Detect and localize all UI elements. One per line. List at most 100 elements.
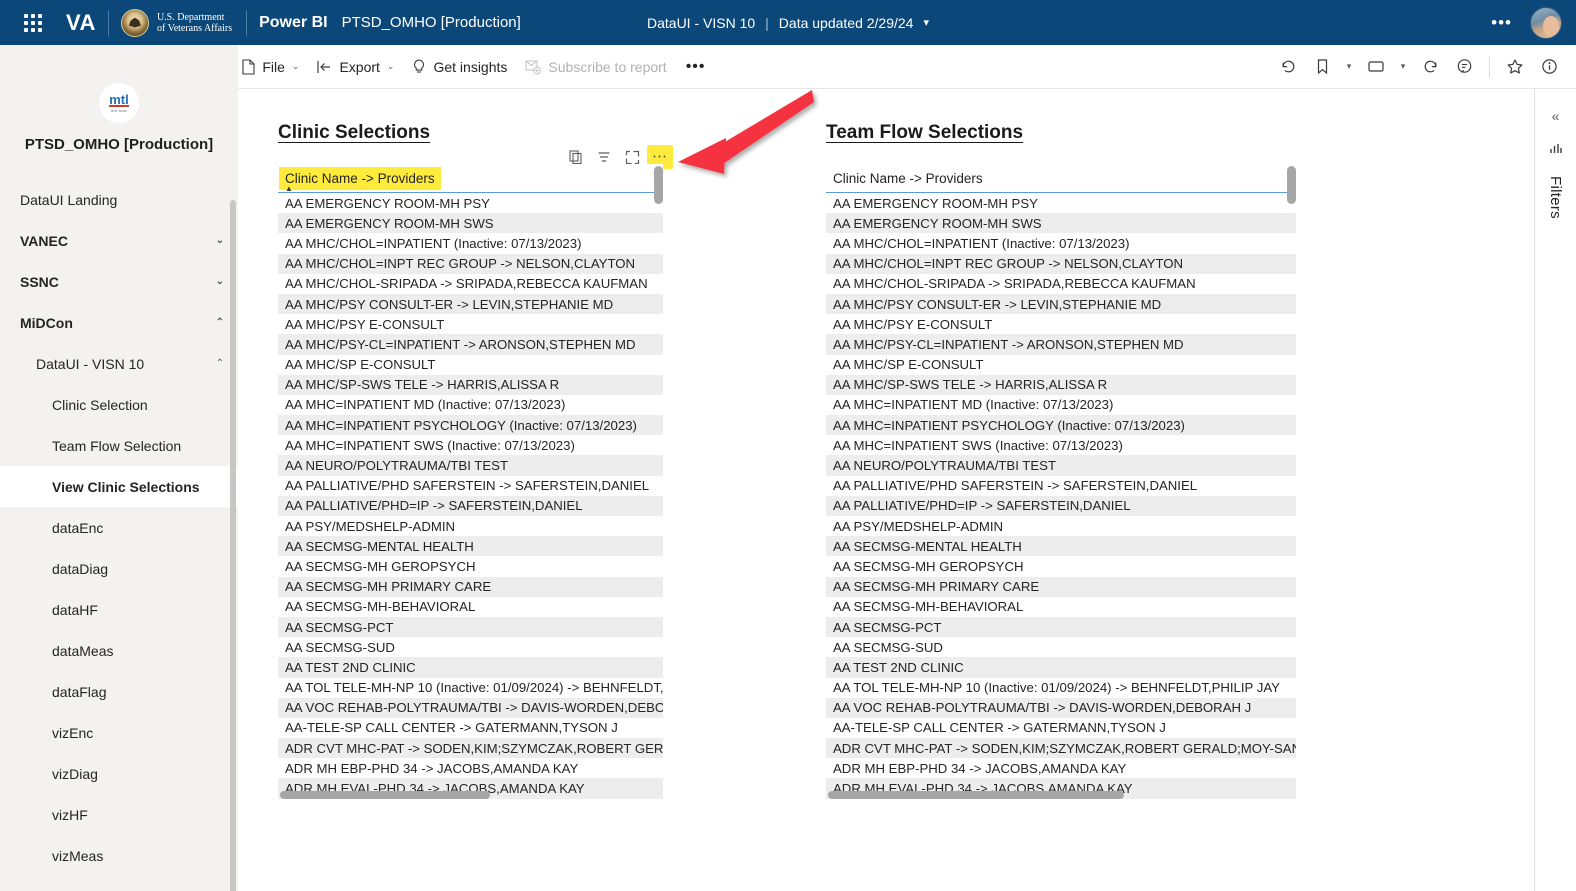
table-row[interactable]: AA MHC/PSY CONSULT-ER -> LEVIN,STEPHANIE… (278, 293, 663, 315)
powerbi-brand[interactable]: Power BI (259, 14, 327, 32)
sidebar-item-team-flow-selection[interactable]: Team Flow Selection (0, 425, 238, 466)
favorite-icon[interactable] (1500, 52, 1530, 82)
table-row[interactable]: AA MHC/CHOL-SRIPADA -> SRIPADA,REBECCA K… (278, 274, 663, 294)
table-row[interactable]: AA SECMSG-SUD (278, 637, 663, 657)
clinic-table-header[interactable]: Clinic Name -> Providers ▲ (278, 164, 663, 193)
chevron-up-icon[interactable]: ⌃ (216, 317, 224, 328)
header-more-options-button[interactable]: ••• (1491, 14, 1512, 31)
teamflow-horizontal-scrollbar[interactable] (828, 791, 1124, 799)
sidebar-item-vanec[interactable]: VANEC ⌄ (0, 220, 238, 261)
sidebar-item-datameas[interactable]: dataMeas (0, 630, 238, 671)
bookmark-icon[interactable] (1307, 52, 1337, 82)
sidebar-item-vizmeas[interactable]: vizMeas (0, 835, 238, 876)
table-row[interactable]: AA MHC/PSY-CL=INPATIENT -> ARONSON,STEPH… (278, 334, 663, 355)
table-row[interactable]: AA MHC=INPATIENT PSYCHOLOGY (Inactive: 0… (278, 415, 663, 436)
teamflow-vertical-scrollbar-track[interactable] (1287, 164, 1296, 799)
table-row[interactable]: AA SECMSG-MH GEROPSYCH (278, 556, 663, 576)
table-row[interactable]: AA SECMSG-MENTAL HEALTH (826, 536, 1296, 557)
sidebar-item-ssnc[interactable]: SSNC ⌄ (0, 261, 238, 302)
table-row[interactable]: AA NEURO/POLYTRAUMA/TBI TEST (826, 455, 1296, 476)
comment-icon[interactable] (1449, 52, 1479, 82)
table-row[interactable]: AA MHC=INPATIENT MD (Inactive: 07/13/202… (826, 395, 1296, 415)
table-row[interactable]: AA SECMSG-MENTAL HEALTH (278, 536, 663, 557)
sidebar-item-vizdiag[interactable]: vizDiag (0, 753, 238, 794)
table-row[interactable]: AA PALLIATIVE/PHD SAFERSTEIN -> SAFERSTE… (278, 476, 663, 496)
sidebar-item-dataflag[interactable]: dataFlag (0, 671, 238, 712)
table-row[interactable]: AA MHC/CHOL-SRIPADA -> SRIPADA,REBECCA K… (826, 274, 1296, 294)
sidebar-item-view-clinic-selections[interactable]: View Clinic Selections (0, 466, 238, 507)
clinic-horizontal-scrollbar[interactable] (280, 791, 490, 799)
table-row[interactable]: AA SECMSG-MH PRIMARY CARE (826, 576, 1296, 597)
table-row[interactable]: AA MHC/PSY CONSULT-ER -> LEVIN,STEPHANIE… (826, 293, 1296, 315)
sidebar-item-dataui-visn-10[interactable]: DataUI - VISN 10 ⌃ (0, 343, 238, 384)
data-updated-label[interactable]: Data updated 2/29/24 (779, 15, 914, 31)
chevron-up-icon[interactable]: ⌃ (216, 358, 224, 369)
table-row[interactable]: AA SECMSG-PCT (278, 616, 663, 638)
team-flow-selections-table[interactable]: Clinic Name -> Providers AA EMERGENCY RO… (826, 164, 1296, 799)
teamflow-vertical-scrollbar[interactable] (1287, 166, 1296, 204)
table-row[interactable]: AA PSY/MEDSHELP-ADMIN (826, 516, 1296, 536)
table-row[interactable]: AA MHC=INPATIENT SWS (Inactive: 07/13/20… (826, 435, 1296, 455)
filter-icon[interactable] (1548, 141, 1564, 162)
refresh-icon[interactable] (1415, 52, 1445, 82)
chevron-down-icon[interactable]: ⌄ (216, 235, 224, 246)
table-row[interactable]: AA PSY/MEDSHELP-ADMIN (278, 516, 663, 536)
sidebar-item-datadiag[interactable]: dataDiag (0, 548, 238, 589)
table-row[interactable]: AA EMERGENCY ROOM-MH SWS (278, 213, 663, 234)
table-row[interactable]: AA MHC/SP E-CONSULT (278, 355, 663, 375)
table-row[interactable]: AA TOL TELE-MH-NP 10 (Inactive: 01/09/20… (278, 678, 663, 698)
sidebar-item-vizhf[interactable]: vizHF (0, 794, 238, 835)
expand-filters-icon[interactable]: « (1541, 101, 1571, 131)
bookmark-chevron-down-icon[interactable]: ▾ (1341, 52, 1357, 82)
sidebar-item-clinic-selection[interactable]: Clinic Selection (0, 384, 238, 425)
file-menu-button[interactable]: File ⌄ (232, 53, 308, 81)
table-row[interactable]: AA-TELE-SP CALL CENTER -> GATERMANN,TYSO… (278, 718, 663, 738)
chevron-down-icon[interactable]: ▾ (923, 16, 929, 29)
table-row[interactable]: AA PALLIATIVE/PHD=IP -> SAFERSTEIN,DANIE… (278, 495, 663, 516)
reset-icon[interactable] (1273, 52, 1303, 82)
table-row[interactable]: AA MHC/SP-SWS TELE -> HARRIS,ALISSA R (278, 374, 663, 395)
table-row[interactable]: AA VOC REHAB-POLYTRAUMA/TBI -> DAVIS-WOR… (826, 697, 1296, 718)
table-row[interactable]: AA SECMSG-PCT (826, 616, 1296, 638)
table-row[interactable]: ADR CVT MHC-PAT -> SODEN,KIM;SZYMCZAK,RO… (278, 738, 663, 759)
table-row[interactable]: AA MHC/CHOL=INPATIENT (Inactive: 07/13/2… (278, 233, 663, 253)
table-row[interactable]: AA TEST 2ND CLINIC (278, 657, 663, 678)
table-row[interactable]: AA MHC/PSY E-CONSULT (826, 314, 1296, 334)
table-row[interactable]: AA MHC=INPATIENT PSYCHOLOGY (Inactive: 0… (826, 415, 1296, 436)
app-launcher-icon[interactable] (22, 12, 44, 34)
export-menu-button[interactable]: Export ⌄ (308, 53, 403, 81)
clinic-vertical-scrollbar[interactable] (654, 166, 663, 204)
table-row[interactable]: AA PALLIATIVE/PHD SAFERSTEIN -> SAFERSTE… (826, 476, 1296, 496)
toolbar-more-options-button[interactable]: ••• (676, 58, 716, 75)
sidebar-item-vizenc[interactable]: vizEnc (0, 712, 238, 753)
table-row[interactable]: AA EMERGENCY ROOM-MH PSY (826, 193, 1296, 213)
clinic-selections-table[interactable]: Clinic Name -> Providers ▲ AA EMERGENCY … (278, 164, 663, 799)
sidebar-item-midcon[interactable]: MiDCon ⌃ (0, 302, 238, 343)
table-row[interactable]: AA NEURO/POLYTRAUMA/TBI TEST (278, 455, 663, 476)
sidebar-scrollbar[interactable] (230, 200, 236, 891)
table-row[interactable]: AA MHC/PSY-CL=INPATIENT -> ARONSON,STEPH… (826, 334, 1296, 355)
table-row[interactable]: AA MHC/SP E-CONSULT (826, 355, 1296, 375)
table-row[interactable]: AA MHC/PSY E-CONSULT (278, 314, 663, 334)
table-row[interactable]: ADR CVT MHC-PAT -> SODEN,KIM;SZYMCZAK,RO… (826, 738, 1296, 759)
table-row[interactable]: AA MHC/CHOL=INPT REC GROUP -> NELSON,CLA… (278, 253, 663, 274)
table-row[interactable]: AA MHC/SP-SWS TELE -> HARRIS,ALISSA R (826, 374, 1296, 395)
table-row[interactable]: AA EMERGENCY ROOM-MH SWS (826, 213, 1296, 234)
info-icon[interactable] (1534, 52, 1564, 82)
sidebar-item-dataui-landing[interactable]: DataUI Landing (0, 179, 238, 220)
table-row[interactable]: AA PALLIATIVE/PHD=IP -> SAFERSTEIN,DANIE… (826, 495, 1296, 516)
table-row[interactable]: AA VOC REHAB-POLYTRAUMA/TBI -> DAVIS-WOR… (278, 697, 663, 718)
teamflow-column-header[interactable]: Clinic Name -> Providers (833, 171, 983, 186)
sidebar-item-datahf[interactable]: dataHF (0, 589, 238, 630)
table-row[interactable]: AA EMERGENCY ROOM-MH PSY (278, 193, 663, 213)
sidebar-item-dataenc[interactable]: dataEnc (0, 507, 238, 548)
table-row[interactable]: AA TEST 2ND CLINIC (826, 657, 1296, 678)
table-row[interactable]: ADR MH EBP-PHD 34 -> JACOBS,AMANDA KAY (278, 758, 663, 778)
workspace-name[interactable]: DataUI - VISN 10 (647, 15, 755, 31)
clinic-vertical-scrollbar-track[interactable] (654, 164, 663, 799)
table-row[interactable]: AA SECMSG-MH PRIMARY CARE (278, 576, 663, 597)
teamflow-table-header[interactable]: Clinic Name -> Providers (826, 164, 1296, 193)
table-row[interactable]: AA MHC=INPATIENT MD (Inactive: 07/13/202… (278, 395, 663, 415)
table-row[interactable]: ADR MH EBP-PHD 34 -> JACOBS,AMANDA KAY (826, 758, 1296, 778)
table-row[interactable]: AA SECMSG-MH-BEHAVIORAL (826, 597, 1296, 617)
